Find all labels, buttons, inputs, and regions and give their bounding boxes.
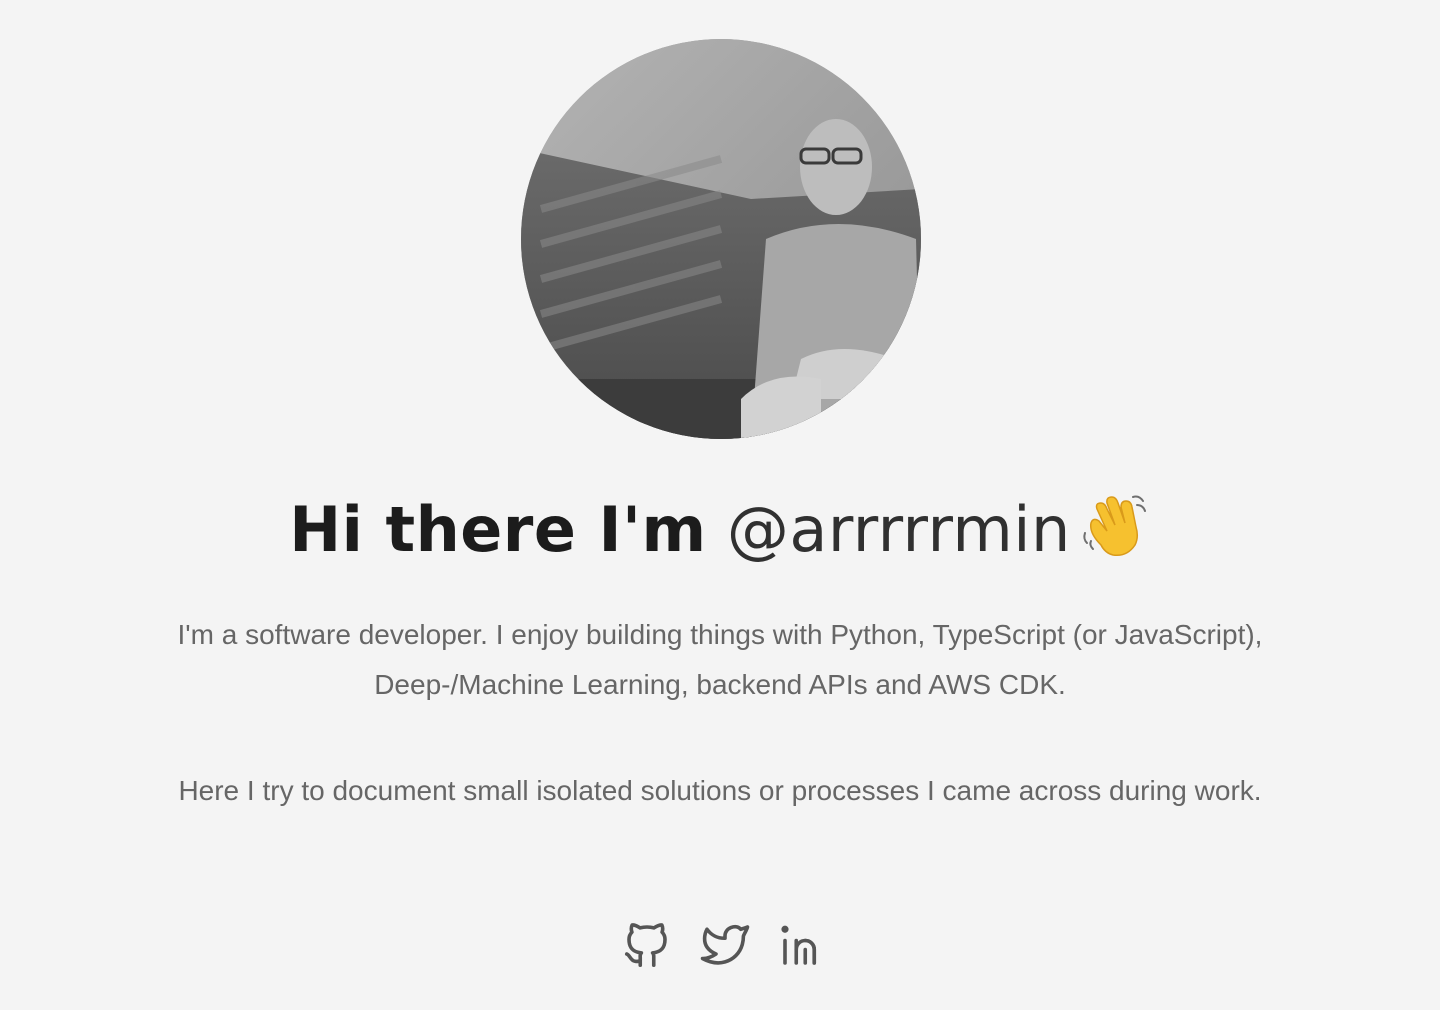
twitter-link[interactable] bbox=[698, 918, 752, 972]
waving-hand-icon bbox=[1081, 493, 1151, 576]
github-icon bbox=[624, 923, 667, 968]
avatar bbox=[521, 39, 921, 439]
purpose-paragraph: Here I try to document small isolated so… bbox=[178, 775, 1262, 806]
intro-paragraph: I'm a software developer. I enjoy buildi… bbox=[177, 619, 1263, 700]
page-title: Hi there I'm @arrrrrmin bbox=[0, 492, 1440, 576]
page: Hi there I'm @arrrrrmin I'm a software d… bbox=[0, 0, 1440, 1010]
linkedin-link[interactable] bbox=[776, 918, 830, 972]
twitter-icon bbox=[700, 924, 750, 965]
social-links bbox=[620, 915, 830, 975]
linkedin-icon bbox=[781, 925, 817, 965]
user-handle: @arrrrrmin bbox=[726, 493, 1071, 566]
avatar-photo bbox=[521, 39, 921, 439]
github-link[interactable] bbox=[620, 918, 674, 972]
greeting-text: Hi there I'm bbox=[289, 493, 707, 566]
